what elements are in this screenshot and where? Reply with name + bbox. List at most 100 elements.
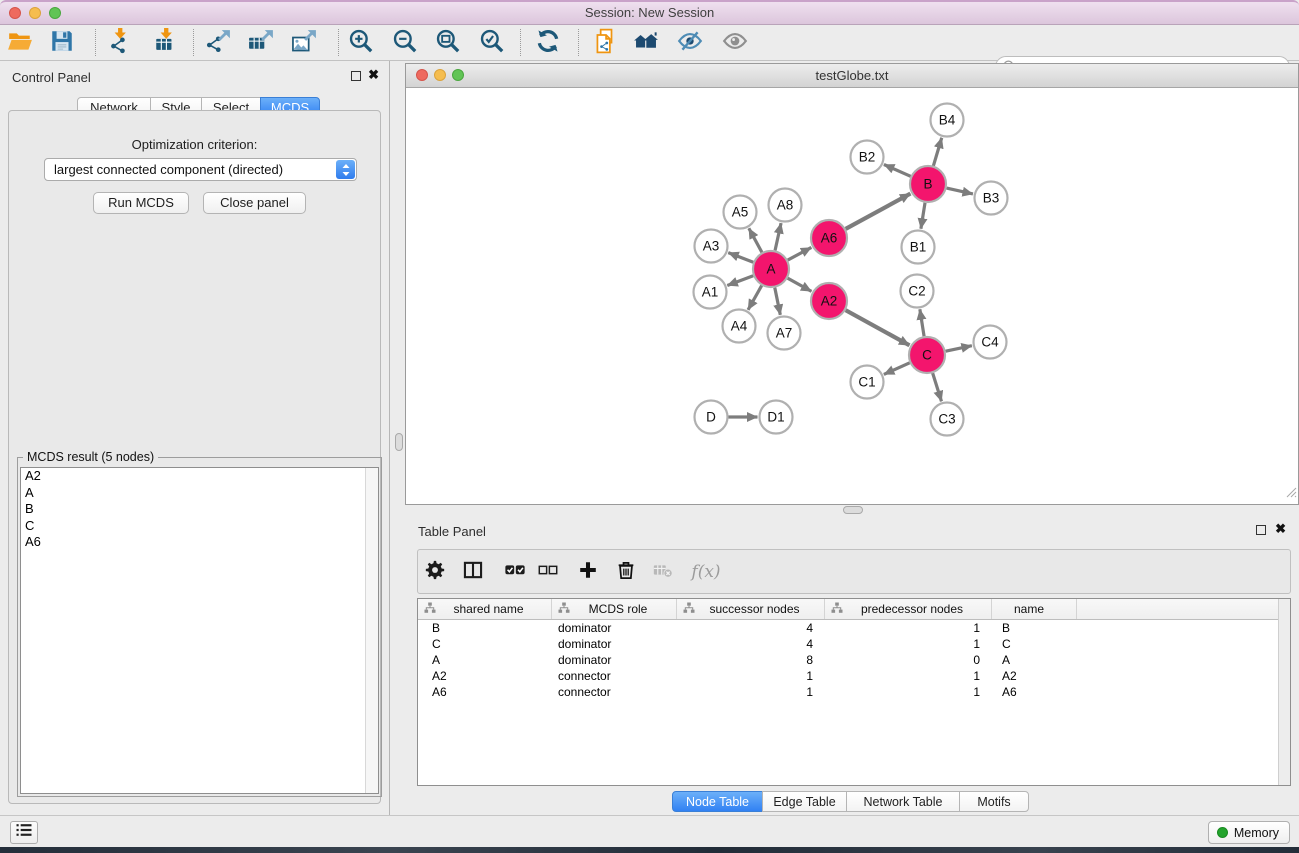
edge-C-C1[interactable] bbox=[884, 363, 910, 375]
horizontal-split-handle[interactable] bbox=[843, 506, 863, 514]
graph-node-A6[interactable]: A6 bbox=[811, 220, 847, 256]
memory-button[interactable]: Memory bbox=[1208, 821, 1290, 844]
edge-B-B3[interactable] bbox=[947, 188, 973, 194]
save-session-button[interactable] bbox=[44, 28, 80, 58]
copy-network-button[interactable] bbox=[587, 28, 623, 58]
import-network-button[interactable] bbox=[102, 28, 138, 58]
edge-C-C3[interactable] bbox=[933, 373, 942, 401]
mcds-result-item[interactable]: A2 bbox=[21, 468, 378, 485]
table-row[interactable]: Cdominator41C bbox=[418, 636, 1290, 652]
edge-A-A3[interactable] bbox=[728, 253, 753, 263]
graph-node-C2[interactable]: C2 bbox=[901, 275, 934, 308]
resize-grip-icon[interactable] bbox=[1285, 485, 1297, 503]
graph-node-A8[interactable]: A8 bbox=[769, 189, 802, 222]
add-column-button[interactable] bbox=[576, 560, 600, 584]
table-settings-button[interactable] bbox=[423, 560, 447, 584]
graph-node-C[interactable]: C bbox=[909, 337, 945, 373]
column-header-successor-nodes[interactable]: successor nodes bbox=[677, 599, 825, 619]
zoom-in-button[interactable] bbox=[343, 28, 379, 58]
network-graph-canvas[interactable]: A A1 A2 A3 A4 A5 A6 A7 A8 B B1 B2 B3 B4 C C1 C2 C3 C4 D D1 bbox=[406, 88, 1298, 504]
hide-panel-button[interactable] bbox=[672, 28, 708, 58]
tab-motifs[interactable]: Motifs bbox=[959, 791, 1029, 812]
graph-node-A4[interactable]: A4 bbox=[723, 310, 756, 343]
float-table-panel-icon[interactable] bbox=[1256, 525, 1266, 535]
export-table-button[interactable] bbox=[243, 28, 279, 58]
edge-B-B2[interactable] bbox=[884, 164, 911, 176]
edge-C-C2[interactable] bbox=[920, 309, 924, 336]
edge-A6-B[interactable] bbox=[846, 194, 911, 229]
show-panel-button[interactable] bbox=[717, 28, 753, 58]
refresh-layout-button[interactable] bbox=[530, 28, 566, 58]
columns-button[interactable] bbox=[461, 560, 485, 584]
tab-node-table[interactable]: Node Table bbox=[672, 791, 763, 812]
open-session-button[interactable] bbox=[2, 28, 38, 58]
graph-node-B1[interactable]: B1 bbox=[902, 231, 935, 264]
zoom-out-button[interactable] bbox=[387, 28, 423, 58]
mcds-result-item[interactable]: C bbox=[21, 518, 378, 535]
graph-node-B4[interactable]: B4 bbox=[931, 104, 964, 137]
graph-node-D1[interactable]: D1 bbox=[760, 401, 793, 434]
edge-A-A5[interactable] bbox=[749, 228, 762, 252]
mcds-result-item[interactable]: A bbox=[21, 485, 378, 502]
edge-A-A6[interactable] bbox=[788, 247, 812, 260]
table-scrollbar[interactable] bbox=[1278, 599, 1290, 785]
table-row[interactable]: A2connector11A2 bbox=[418, 668, 1290, 684]
table-row[interactable]: Adominator80A bbox=[418, 652, 1290, 668]
network-zoom-button[interactable] bbox=[452, 69, 464, 81]
column-header-predecessor-nodes[interactable]: predecessor nodes bbox=[825, 599, 992, 619]
import-table-button[interactable] bbox=[148, 28, 184, 58]
mcds-result-list[interactable]: A2ABCA6 bbox=[20, 467, 379, 794]
edge-A-A8[interactable] bbox=[775, 223, 781, 250]
graph-node-A7[interactable]: A7 bbox=[768, 317, 801, 350]
network-close-button[interactable] bbox=[416, 69, 428, 81]
tab-edge-table[interactable]: Edge Table bbox=[762, 791, 847, 812]
close-panel-button[interactable]: Close panel bbox=[203, 192, 306, 214]
export-network-button[interactable] bbox=[200, 28, 236, 58]
column-header-shared-name[interactable]: shared name bbox=[418, 599, 552, 619]
edge-A-A1[interactable] bbox=[727, 276, 753, 286]
graph-node-B[interactable]: B bbox=[910, 166, 946, 202]
edge-A-A4[interactable] bbox=[748, 286, 762, 310]
edge-A-A2[interactable] bbox=[788, 278, 812, 291]
zoom-fit-button[interactable] bbox=[430, 28, 466, 58]
graph-node-D[interactable]: D bbox=[695, 401, 728, 434]
zoom-selected-button[interactable] bbox=[474, 28, 510, 58]
edge-A2-C[interactable] bbox=[846, 310, 910, 345]
graph-node-C3[interactable]: C3 bbox=[931, 403, 964, 436]
edge-C-C4[interactable] bbox=[946, 346, 972, 351]
column-header-MCDS-role[interactable]: MCDS role bbox=[552, 599, 677, 619]
run-mcds-button[interactable]: Run MCDS bbox=[93, 192, 189, 214]
graph-node-A2[interactable]: A2 bbox=[811, 283, 847, 319]
table-row[interactable]: A6connector11A6 bbox=[418, 684, 1290, 700]
mcds-result-item[interactable]: A6 bbox=[21, 534, 378, 551]
graph-node-B3[interactable]: B3 bbox=[975, 182, 1008, 215]
graph-node-C1[interactable]: C1 bbox=[851, 366, 884, 399]
network-minimize-button[interactable] bbox=[434, 69, 446, 81]
mcds-list-scrollbar[interactable] bbox=[365, 468, 378, 793]
close-window-button[interactable] bbox=[9, 7, 21, 19]
close-panel-icon[interactable]: ✖ bbox=[368, 67, 379, 83]
zoom-window-button[interactable] bbox=[49, 7, 61, 19]
column-header-name[interactable]: name bbox=[992, 599, 1077, 619]
edge-B-B4[interactable] bbox=[933, 138, 941, 166]
graph-node-C4[interactable]: C4 bbox=[974, 326, 1007, 359]
graph-node-B2[interactable]: B2 bbox=[851, 141, 884, 174]
deselect-all-rows-button[interactable] bbox=[536, 560, 560, 584]
tab-network-table[interactable]: Network Table bbox=[846, 791, 960, 812]
select-all-rows-button[interactable] bbox=[503, 560, 527, 584]
graph-node-A5[interactable]: A5 bbox=[724, 196, 757, 229]
criterion-select[interactable]: largest connected component (directed) bbox=[44, 158, 357, 181]
edge-A-A7[interactable] bbox=[775, 288, 781, 315]
show-log-button[interactable] bbox=[10, 821, 38, 844]
graph-node-A[interactable]: A bbox=[753, 251, 789, 287]
home-view-button[interactable] bbox=[628, 28, 664, 58]
minimize-window-button[interactable] bbox=[29, 7, 41, 19]
table-row[interactable]: Bdominator41B bbox=[418, 620, 1290, 636]
vertical-split-handle[interactable] bbox=[395, 433, 403, 451]
float-panel-icon[interactable] bbox=[351, 71, 361, 81]
graph-node-A3[interactable]: A3 bbox=[695, 230, 728, 263]
graph-node-A1[interactable]: A1 bbox=[694, 276, 727, 309]
mcds-result-item[interactable]: B bbox=[21, 501, 378, 518]
close-table-panel-icon[interactable]: ✖ bbox=[1275, 521, 1286, 537]
delete-column-button[interactable] bbox=[614, 560, 638, 584]
